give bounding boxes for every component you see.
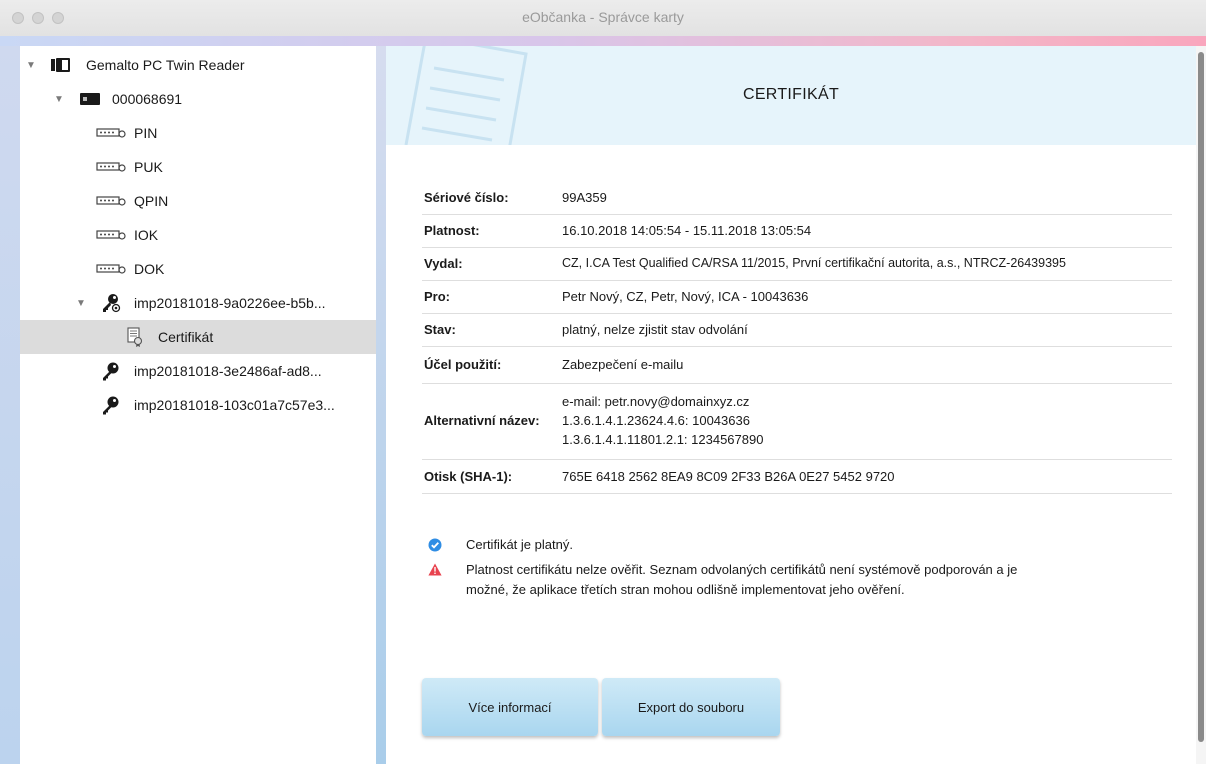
pin-pad-icon [96,195,126,207]
tree-item-certificate[interactable]: Certifikát [20,320,376,354]
tree-item-card[interactable]: ▼ 000068691 [20,82,376,116]
tree-item-label: IOK [134,227,159,243]
tree-item-puk[interactable]: PUK [20,150,376,184]
alt-name-line: e-mail: petr.novy@domainxyz.cz [562,394,750,409]
tree-item-pin[interactable]: PIN [20,116,376,150]
field-row: Otisk (SHA-1): 765E 6418 2562 8EA9 8C09 … [422,460,1172,494]
check-circle-icon [428,538,442,557]
certificate-icon [124,327,144,347]
header-banner: CERTIFIKÁT [386,46,1196,145]
field-value: platný, nelze zjistit stav odvolání [562,322,748,337]
field-value: CZ, I.CA Test Qualified CA/RSA 11/2015, … [562,256,1066,270]
tree-item-key[interactable]: ▼ imp20181018-9a0226ee-b5b... [20,286,376,320]
tree-item-label: imp20181018-3e2486af-ad8... [134,363,322,379]
tree-item-label: PUK [134,159,163,175]
chevron-down-icon[interactable]: ▼ [26,60,36,71]
field-label: Pro: [424,289,450,304]
key-icon [100,361,122,381]
field-row: Stav: platný, nelze zjistit stav odvolán… [422,314,1172,347]
tree-item-reader[interactable]: ▼ Gemalto PC Twin Reader [20,48,376,82]
scrollbar-thumb[interactable] [1198,52,1204,742]
chevron-down-icon[interactable]: ▼ [54,94,64,105]
title-bar: eObčanka - Správce karty [0,0,1206,36]
card-reader-icon [50,57,72,73]
sidebar-edge [0,46,20,764]
alt-name-line: 1.3.6.1.4.1.23624.4.6: 10043636 [562,413,750,428]
tree-item-dok[interactable]: DOK [20,252,376,286]
alt-name-line: 1.3.6.1.4.1.11801.2.1: 1234567890 [562,432,764,447]
field-row: Účel použití: Zabezpečení e-mailu [422,347,1172,384]
tree-item-key[interactable]: imp20181018-103c01a7c57e3... [20,388,376,422]
field-row: Platnost: 16.10.2018 14:05:54 - 15.11.20… [422,215,1172,248]
field-value: 765E 6418 2562 8EA9 8C09 2F33 B26A 0E27 … [562,469,895,484]
warning-line: možné, že aplikace třetích stran mohou o… [466,582,905,597]
field-row-alt-name: Alternativní název: e-mail: petr.novy@do… [422,384,1172,460]
field-value: Zabezpečení e-mailu [562,357,684,372]
tree-item-qpin[interactable]: QPIN [20,184,376,218]
field-value: 16.10.2018 14:05:54 - 15.11.2018 13:05:5… [562,223,812,238]
tree-item-label: imp20181018-103c01a7c57e3... [134,397,335,413]
field-label: Účel použití: [424,357,502,372]
card-tree: ▼ Gemalto PC Twin Reader ▼ 000068691 PIN… [20,46,376,764]
page-title: CERTIFIKÁT [742,86,840,103]
key-icon [100,395,122,415]
field-row: Pro: Petr Nový, CZ, Petr, Nový, ICA - 10… [422,281,1172,314]
split-handle[interactable] [376,46,386,764]
warning-icon [428,563,442,581]
field-label: Platnost: [424,223,480,238]
tree-item-label: Gemalto PC Twin Reader [86,57,245,73]
field-value: 99A359 [562,190,607,205]
window-title: eObčanka - Správce karty [522,9,684,25]
tree-item-label: DOK [134,261,165,277]
export-button[interactable]: Export do souboru [602,678,780,736]
field-row: Sériové číslo: 99A359 [422,182,1172,215]
pin-pad-icon [96,161,126,173]
chevron-down-icon[interactable]: ▼ [76,298,86,309]
pin-pad-icon [96,263,126,275]
tree-item-label: QPIN [134,193,169,209]
valid-message: Certifikát je platný. [466,537,573,552]
accent-strip [0,36,1206,46]
pin-pad-icon [96,127,126,139]
tree-item-label: PIN [134,125,158,141]
app-window: eObčanka - Správce karty ▼ Gemalto PC Tw… [0,0,1206,764]
pin-pad-icon [96,229,126,241]
field-label: Alternativní název: [424,413,540,428]
field-value: e-mail: petr.novy@domainxyz.cz 1.3.6.1.4… [562,392,763,449]
tree-item-key[interactable]: imp20181018-3e2486af-ad8... [20,354,376,388]
field-label: Vydal: [424,256,463,271]
field-row: Vydal: CZ, I.CA Test Qualified CA/RSA 11… [422,248,1172,281]
tree-item-iok[interactable]: IOK [20,218,376,252]
tree-item-label: Certifikát [158,329,214,345]
warning-line: Platnost certifikátu nelze ověřit. Sezna… [466,562,1018,577]
smart-card-icon [80,92,100,106]
field-label: Stav: [424,322,456,337]
tree-item-label: 000068691 [112,91,183,107]
field-label: Otisk (SHA-1): [424,469,513,484]
certificate-panel: CERTIFIKÁT Sériové číslo: 99A359 Platnos… [386,46,1196,764]
key-cert-icon [100,293,122,313]
more-info-button[interactable]: Více informací [422,678,598,736]
warning-message: Platnost certifikátu nelze ověřit. Sezna… [466,560,1017,600]
tree-item-label: imp20181018-9a0226ee-b5b... [134,295,326,311]
field-value: Petr Nový, CZ, Petr, Nový, ICA - 1004363… [562,289,809,304]
field-label: Sériové číslo: [424,190,509,205]
